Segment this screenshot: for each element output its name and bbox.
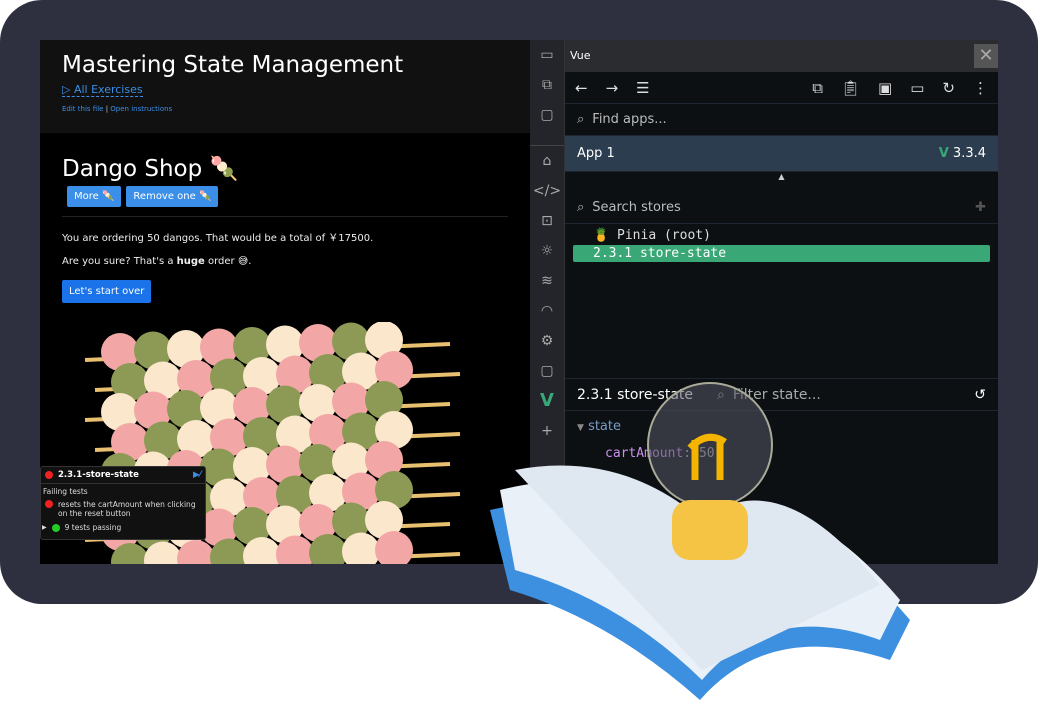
search-icon: ⌕	[577, 200, 585, 215]
pass-icon	[51, 523, 60, 532]
expand-icon[interactable]: ▶	[42, 524, 47, 531]
book-lightbulb-illustration	[490, 382, 910, 700]
list-icon[interactable]: ☰	[636, 79, 649, 97]
separator: |	[105, 105, 109, 113]
failing-test: resets the cartAmount when clicking on t…	[58, 500, 196, 518]
passing-tests[interactable]: 9 tests passing	[65, 523, 122, 532]
page-title: Mastering State Management	[62, 52, 404, 78]
history-icon[interactable]: ↺	[974, 387, 986, 403]
wifi-icon[interactable]: ≋	[530, 266, 564, 296]
shop-title: Dango Shop 🍡	[62, 156, 239, 182]
search-icon: ⌕	[577, 112, 585, 127]
app-header: Mastering State Management ▷ All Exercis…	[40, 40, 530, 133]
copy-icon[interactable]: ⧉	[812, 79, 823, 97]
terminal-icon[interactable]: ⊡	[530, 206, 564, 236]
start-over-button[interactable]: Let's start over	[62, 280, 152, 303]
search-stores-input[interactable]: Search stores	[592, 200, 680, 215]
refresh-icon[interactable]: ↻	[942, 79, 955, 97]
inspect-icon[interactable]: ▭	[530, 40, 564, 70]
edit-file-link[interactable]: Edit this file	[62, 105, 103, 113]
exercise-app: Mastering State Management ▷ All Exercis…	[40, 40, 530, 564]
back-icon[interactable]: ←	[575, 79, 588, 97]
puzzle-icon[interactable]: ✚	[975, 200, 986, 215]
performance-icon[interactable]: ◠	[530, 296, 564, 326]
confirm-text: Are you sure? That's a huge order 😅.	[62, 256, 252, 267]
collapse-handle[interactable]: ▲	[565, 172, 998, 192]
folder-icon[interactable]: ▭	[910, 79, 924, 97]
more-icon[interactable]: ⋮	[973, 79, 988, 97]
close-button[interactable]: ✕	[974, 44, 998, 68]
test-results-panel: 2.3.1-store-state ▶⁄ Failing tests resets…	[40, 466, 206, 540]
more-button[interactable]: More 🍡	[67, 186, 122, 207]
all-exercises-link[interactable]: ▷ All Exercises	[62, 83, 143, 97]
forward-icon[interactable]: →	[606, 79, 619, 97]
test-suite-name: 2.3.1-store-state	[58, 470, 139, 480]
order-text: You are ordering 50 dangos. That would b…	[62, 233, 374, 244]
remove-one-button[interactable]: Remove one 🍡	[126, 186, 219, 207]
vue-version: 3.3.4	[952, 146, 986, 161]
find-apps-input[interactable]: Find apps...	[592, 112, 666, 127]
device-icon[interactable]: ⧉	[530, 70, 564, 100]
home-icon[interactable]: ⌂	[530, 146, 564, 176]
bug-icon[interactable]: ☼	[530, 236, 564, 266]
devtools-title: Vue	[570, 49, 591, 62]
divider	[62, 216, 508, 217]
run-tests-icon[interactable]: ▶⁄	[193, 470, 201, 480]
chip-icon[interactable]: ⚙	[530, 326, 564, 356]
failing-label: Failing tests	[43, 487, 88, 496]
app-selector[interactable]: App 1 V 3.3.4	[565, 136, 998, 172]
code-icon[interactable]: </>	[530, 176, 564, 206]
app-name: App 1	[577, 146, 615, 161]
save-icon[interactable]: ▣	[878, 79, 892, 97]
fail-status-icon	[45, 471, 53, 479]
window-icon[interactable]: ▢	[530, 100, 564, 130]
fail-icon	[45, 500, 53, 508]
open-instructions-link[interactable]: Open instructions	[110, 105, 172, 113]
store-item[interactable]: 🍍 Pinia (root)	[573, 228, 990, 243]
store-item-selected[interactable]: 2.3.1 store-state	[573, 245, 990, 262]
vue-logo-icon: V	[938, 146, 949, 161]
clipboard-icon[interactable]: 📋︎	[841, 79, 860, 97]
